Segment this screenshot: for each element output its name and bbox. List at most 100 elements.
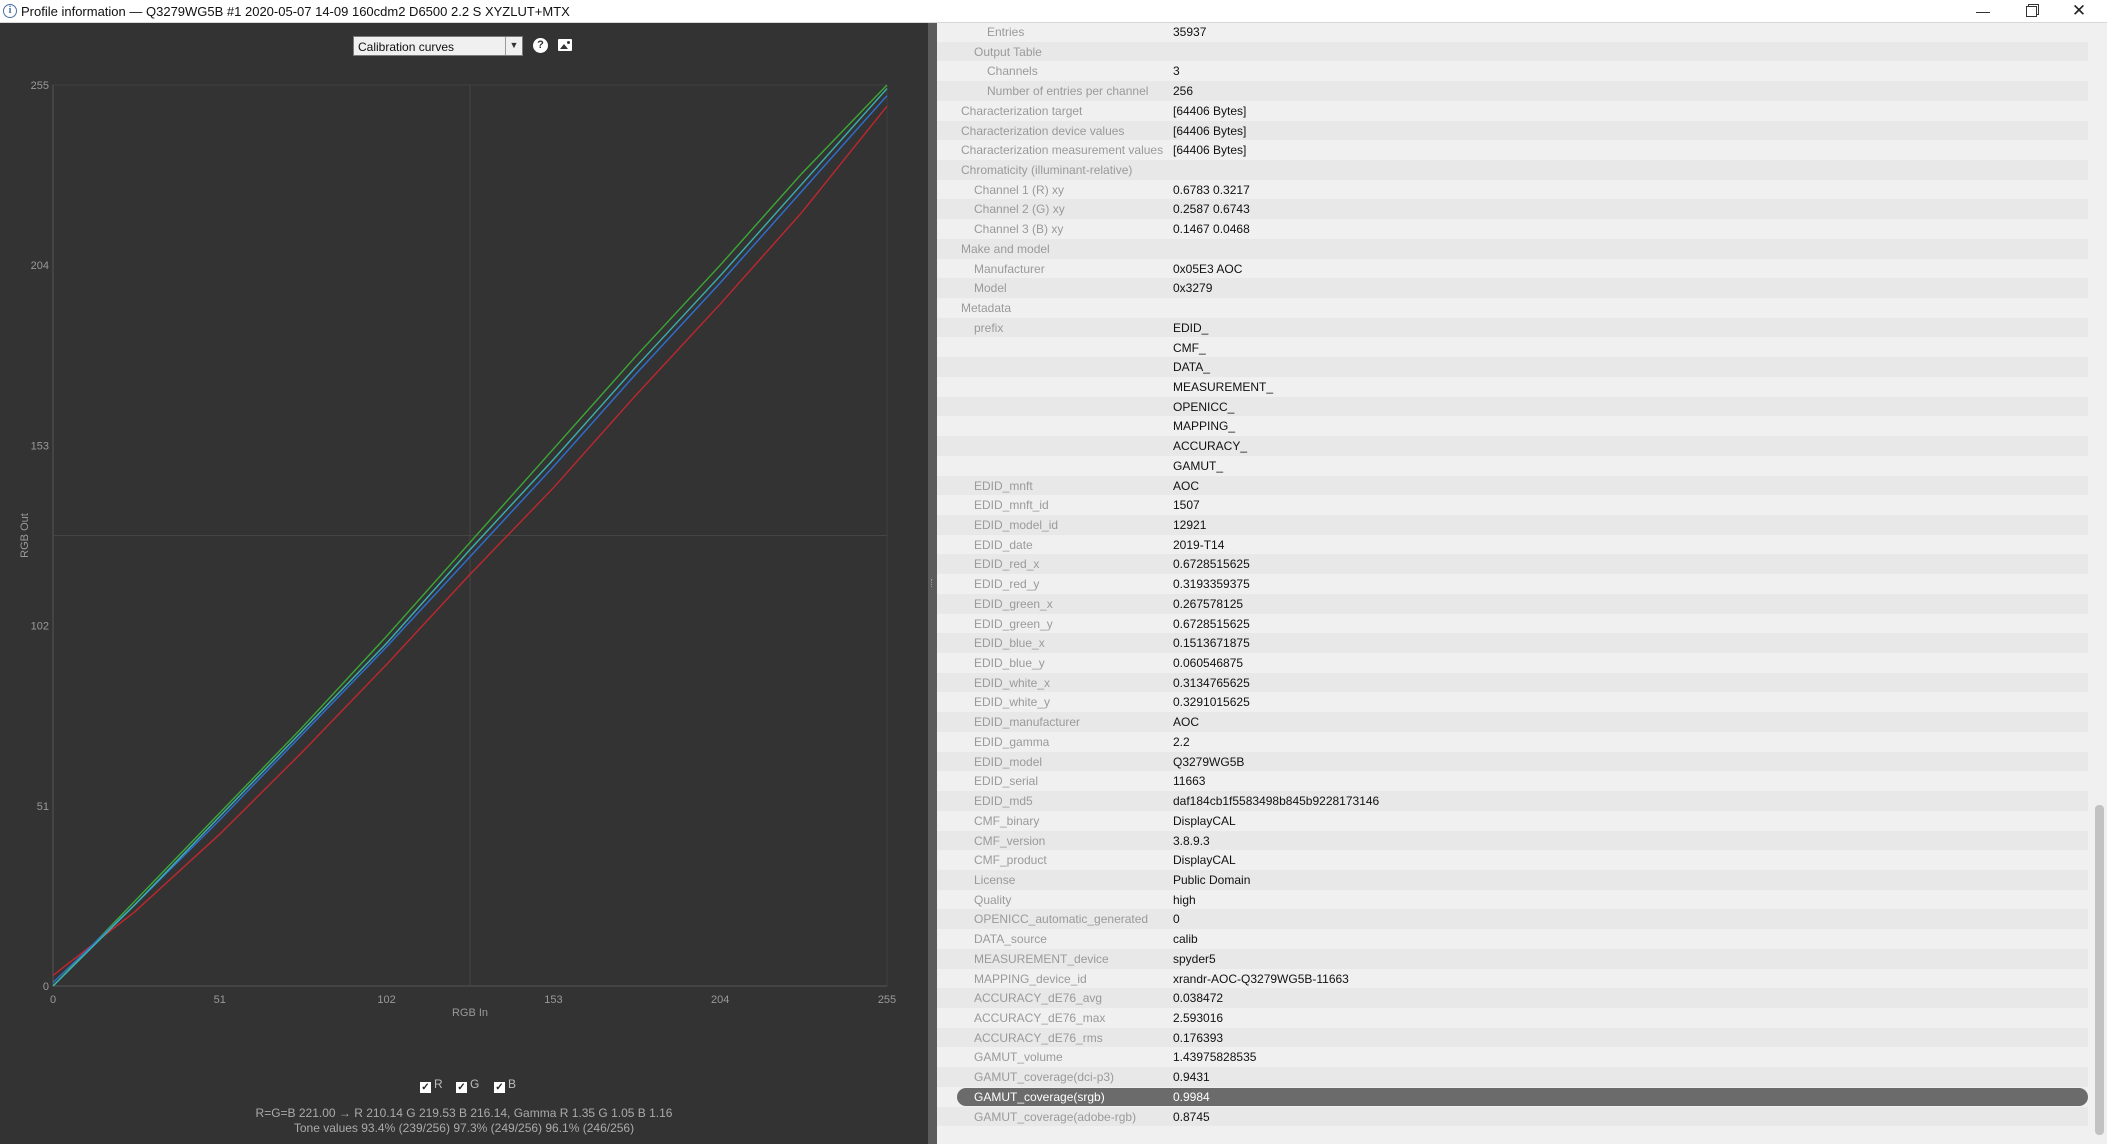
checkbox-r[interactable]: ✓ xyxy=(420,1082,431,1093)
detail-value: 0.176393 xyxy=(1173,1030,1224,1045)
detail-row[interactable]: Channel 3 (B) xy 0.1467 0.0468 xyxy=(937,219,2088,239)
detail-row[interactable]: Manufacturer 0x05E3 AOC xyxy=(937,259,2088,279)
detail-row[interactable]: DATA_source calib xyxy=(937,929,2088,949)
detail-key: EDID_manufacturer xyxy=(974,715,1081,730)
detail-row[interactable]: prefix EDID_ xyxy=(937,317,2088,338)
detail-value: high xyxy=(1173,892,1196,907)
detail-row[interactable]: EDID_gamma 2.2 xyxy=(937,732,2088,752)
info-icon: i xyxy=(3,4,17,18)
detail-row[interactable]: Output Table xyxy=(937,41,2088,62)
detail-row[interactable]: EDID_serial 11663 xyxy=(937,771,2088,791)
detail-row[interactable]: Channel 2 (G) xy 0.2587 0.6743 xyxy=(937,199,2088,220)
vertical-scrollbar[interactable] xyxy=(2092,23,2107,1144)
detail-row[interactable]: EDID_blue_y 0.060546875 xyxy=(937,653,2088,673)
detail-row[interactable]: License Public Domain xyxy=(937,869,2088,890)
checkbox-b[interactable]: ✓ xyxy=(494,1082,505,1093)
detail-row[interactable]: EDID_green_y 0.6728515625 xyxy=(937,614,2088,634)
detail-row[interactable]: MAPPING_device_id xrandr-AOC-Q3279WG5B-11… xyxy=(937,969,2088,989)
detail-row[interactable]: ACCURACY_ xyxy=(937,436,2088,456)
detail-row[interactable]: EDID_blue_x 0.1513671875 xyxy=(937,633,2088,653)
detail-row[interactable]: EDID_green_x 0.267578125 xyxy=(937,593,2088,614)
detail-value: 0.3291015625 xyxy=(1173,695,1250,710)
detail-row[interactable]: Characterization device values [64406 Byt… xyxy=(937,120,2088,141)
detail-row[interactable]: GAMUT_ xyxy=(937,456,2088,476)
detail-value: 1507 xyxy=(1173,498,1200,513)
detail-row[interactable]: EDID_model_id 12921 xyxy=(937,515,2088,535)
detail-row[interactable]: EDID_mnft_id 1507 xyxy=(937,495,2088,515)
detail-row[interactable]: Number of entries per channel 256 xyxy=(937,81,2088,101)
detail-row[interactable]: CMF_binary DisplayCAL xyxy=(937,811,2088,831)
detail-row[interactable]: OPENICC_ xyxy=(937,396,2088,417)
legend-r-toggle[interactable]: ✓ R xyxy=(420,1077,443,1093)
legend-g-toggle[interactable]: ✓ G xyxy=(456,1077,479,1093)
detail-value: CMF_ xyxy=(1173,340,1206,355)
x-tick-label: 153 xyxy=(544,994,562,1006)
detail-row[interactable]: Make and model xyxy=(937,238,2088,259)
detail-value: 0.6728515625 xyxy=(1173,557,1250,572)
chart-pane: Calibration curves ▼ ? 0 51 102 153 204 255 0 5… xyxy=(0,23,928,1144)
detail-value: [64406 Bytes] xyxy=(1173,143,1247,158)
detail-key: EDID_mnft_id xyxy=(974,498,1049,513)
detail-row[interactable]: Metadata xyxy=(937,298,2088,318)
restore-button[interactable] xyxy=(2008,0,2054,22)
detail-row[interactable]: Channel 1 (R) xy 0.6783 0.3217 xyxy=(937,180,2088,200)
detail-row[interactable]: EDID_red_y 0.3193359375 xyxy=(937,574,2088,594)
detail-value: ACCURACY_ xyxy=(1173,439,1248,454)
detail-key: EDID_model xyxy=(974,754,1043,769)
detail-value: 0 xyxy=(1173,912,1180,927)
minimize-button[interactable]: — xyxy=(1960,0,2006,22)
detail-row[interactable]: ACCURACY_dE76_max 2.593016 xyxy=(937,1008,2088,1028)
detail-row[interactable]: GAMUT_coverage(srgb) 0.9984 xyxy=(937,1087,2088,1107)
x-tick-label: 0 xyxy=(50,994,56,1006)
detail-row[interactable]: EDID_md5 daf184cb1f5583498b845b9228173146 xyxy=(937,791,2088,811)
detail-value: GAMUT_ xyxy=(1173,458,1224,473)
detail-row[interactable]: Characterization target [64406 Bytes] xyxy=(937,101,2088,121)
close-button[interactable]: ✕ xyxy=(2056,0,2102,22)
detail-value: [64406 Bytes] xyxy=(1173,103,1247,118)
legend-b-toggle[interactable]: ✓ B xyxy=(494,1077,516,1093)
detail-row[interactable]: CMF_product DisplayCAL xyxy=(937,850,2088,870)
detail-row[interactable]: MEASUREMENT_device spyder5 xyxy=(937,948,2088,969)
detail-row[interactable]: Chromaticity (illuminant-relative) xyxy=(937,160,2088,180)
detail-row[interactable]: DATA_ xyxy=(937,357,2088,377)
detail-row[interactable]: MAPPING_ xyxy=(937,416,2088,436)
detail-row[interactable]: ACCURACY_dE76_avg 0.038472 xyxy=(937,988,2088,1008)
checkbox-g[interactable]: ✓ xyxy=(456,1082,467,1093)
splitter-grip[interactable] xyxy=(931,579,934,587)
detail-row[interactable]: EDID_manufacturer AOC xyxy=(937,712,2088,732)
detail-key: Make and model xyxy=(961,241,1050,256)
detail-row[interactable]: OPENICC_automatic_generated 0 xyxy=(937,909,2088,930)
detail-row[interactable]: Characterization measurement values [6440… xyxy=(937,140,2088,160)
detail-value: 12921 xyxy=(1173,518,1207,532)
detail-row[interactable]: EDID_white_y 0.3291015625 xyxy=(937,692,2088,712)
scroll-thumb[interactable] xyxy=(2095,805,2104,1135)
detail-key: Quality xyxy=(974,892,1012,907)
detail-key: Channel 3 (B) xy xyxy=(974,222,1064,237)
detail-value: Public Domain xyxy=(1173,872,1251,887)
detail-row[interactable]: CMF_ xyxy=(937,338,2088,358)
detail-row[interactable]: GAMUT_coverage(adobe-rgb) 0.8745 xyxy=(937,1106,2088,1127)
detail-row[interactable]: Channels 3 xyxy=(937,61,2088,81)
detail-row[interactable]: ACCURACY_dE76_rms 0.176393 xyxy=(937,1027,2088,1048)
profile-details-list: Entries 35937 Output Table Channels 3 Number … xyxy=(937,23,2092,1144)
pane-splitter[interactable] xyxy=(928,23,937,1144)
detail-row[interactable]: EDID_white_x 0.3134765625 xyxy=(937,672,2088,693)
detail-row[interactable]: EDID_model Q3279WG5B xyxy=(937,751,2088,772)
detail-row[interactable]: Quality high xyxy=(937,890,2088,910)
y-tick-label: 51 xyxy=(37,801,49,813)
detail-row[interactable]: EDID_red_x 0.6728515625 xyxy=(937,554,2088,575)
detail-key: Channel 1 (R) xy xyxy=(974,182,1065,197)
detail-row[interactable]: MEASUREMENT_ xyxy=(937,377,2088,397)
detail-row[interactable]: Model 0x3279 xyxy=(937,278,2088,299)
detail-row[interactable]: EDID_mnft AOC xyxy=(937,475,2088,496)
detail-value: 0.6783 0.3217 xyxy=(1173,182,1250,197)
detail-row[interactable]: CMF_version 3.8.9.3 xyxy=(937,830,2088,851)
detail-key: EDID_model_id xyxy=(974,518,1059,532)
y-tick-label: 102 xyxy=(31,621,49,633)
detail-row[interactable]: EDID_date 2019-T14 xyxy=(937,535,2088,555)
detail-key: GAMUT_volume xyxy=(974,1050,1063,1065)
detail-key: GAMUT_coverage(dci-p3) xyxy=(974,1070,1115,1085)
detail-row[interactable]: GAMUT_volume 1.43975828535 xyxy=(937,1047,2088,1067)
detail-row[interactable]: GAMUT_coverage(dci-p3) 0.9431 xyxy=(937,1067,2088,1087)
detail-row[interactable]: Entries 35937 xyxy=(937,23,2088,42)
